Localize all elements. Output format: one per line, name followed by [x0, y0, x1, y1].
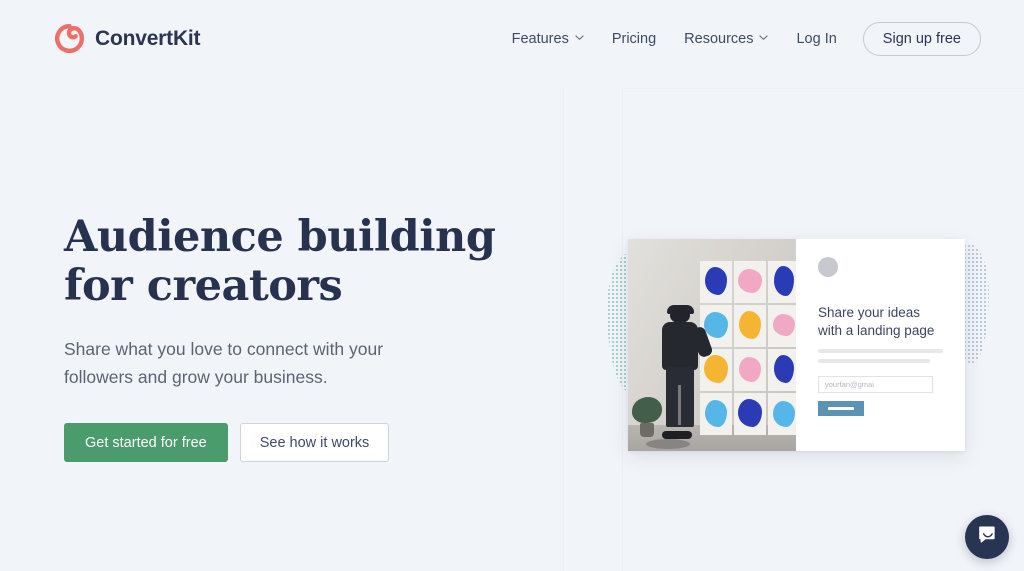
logo-text: ConvertKit — [95, 26, 201, 50]
art-tile — [768, 305, 796, 347]
nav-item-login[interactable]: Log In — [782, 22, 850, 56]
nav-item-label: Log In — [796, 31, 837, 47]
convertkit-swirl-icon — [55, 24, 84, 53]
hero-copy: Audience building for creators Share wha… — [64, 213, 504, 462]
see-how-it-works-button[interactable]: See how it works — [239, 423, 390, 462]
landing-page-title-line-1: Share your ideas — [818, 305, 921, 320]
nav-item-label: Pricing — [611, 31, 657, 47]
art-tile — [700, 393, 732, 435]
person-leg-gap — [678, 385, 681, 425]
headline-line-1: Audience building — [64, 212, 496, 262]
email-field[interactable]: yourfan@gmai — [818, 376, 933, 393]
chevron-down-icon — [575, 33, 584, 42]
logo[interactable]: ConvertKit — [55, 24, 201, 53]
art-print-grid — [700, 261, 796, 437]
nav-item-features[interactable]: Features — [498, 22, 598, 56]
subheading-line-1: Share what you love to connect with your — [64, 339, 384, 359]
plant-leaves — [632, 397, 662, 423]
subscribe-button[interactable] — [818, 401, 864, 416]
landing-page-mock: Share your ideas with a landing page you… — [796, 239, 965, 451]
chat-launcher-button[interactable] — [965, 515, 1009, 559]
person-head — [670, 307, 690, 323]
get-started-button[interactable]: Get started for free — [64, 423, 228, 462]
hero-visual: Share your ideas with a landing page you… — [600, 230, 1000, 460]
nav-item-label: Resources — [684, 31, 754, 47]
email-field-value: yourfan@gmai — [825, 380, 874, 389]
page-title: Audience building for creators — [64, 213, 504, 311]
cta-row: Get started for free See how it works — [64, 423, 504, 462]
avatar-placeholder-icon — [818, 257, 838, 277]
chevron-down-icon — [759, 33, 769, 42]
landing-page-title: Share your ideas with a landing page — [818, 304, 945, 340]
art-tile — [700, 261, 732, 303]
get-started-label: Get started for free — [85, 434, 207, 451]
landing-page-title-line-2: with a landing page — [818, 323, 935, 338]
main-navigation: Features Pricing Resources Log In Sign u… — [498, 22, 981, 56]
site-header: ConvertKit Features Pricing Resources Lo… — [0, 0, 1024, 78]
art-tile — [734, 305, 766, 347]
subscribe-button-label-bar — [828, 407, 854, 410]
art-tile — [734, 393, 766, 435]
creator-photo — [628, 239, 796, 451]
subheading-line-2: followers and grow your business. — [64, 367, 328, 387]
person-figure — [656, 305, 714, 439]
landing-page: ConvertKit Features Pricing Resources Lo… — [0, 0, 1024, 571]
nav-item-pricing[interactable]: Pricing — [598, 22, 670, 56]
art-tile — [768, 393, 796, 435]
plant-pot — [640, 423, 654, 437]
skeleton-line — [818, 349, 943, 353]
plant-decoration — [632, 397, 662, 437]
skeleton-line — [818, 359, 930, 363]
headline-line-2: for creators — [64, 261, 343, 311]
art-tile — [734, 349, 766, 391]
person-shoes — [662, 431, 692, 439]
background-seam — [563, 88, 564, 571]
art-tile — [734, 261, 766, 303]
nav-item-label: Features — [511, 31, 569, 47]
background-seam-horizontal — [622, 88, 1024, 89]
landing-page-preview-card: Share your ideas with a landing page you… — [628, 239, 965, 451]
signup-free-button[interactable]: Sign up free — [862, 22, 981, 56]
floor-mat — [646, 439, 690, 449]
art-tile — [768, 349, 796, 391]
hero-subheading: Share what you love to connect with your… — [64, 335, 414, 391]
see-how-it-works-label: See how it works — [259, 434, 370, 451]
nav-item-resources[interactable]: Resources — [670, 22, 782, 56]
art-tile — [768, 261, 796, 303]
signup-free-label: Sign up free — [882, 31, 961, 47]
chat-bubble-smile-icon — [977, 524, 998, 550]
